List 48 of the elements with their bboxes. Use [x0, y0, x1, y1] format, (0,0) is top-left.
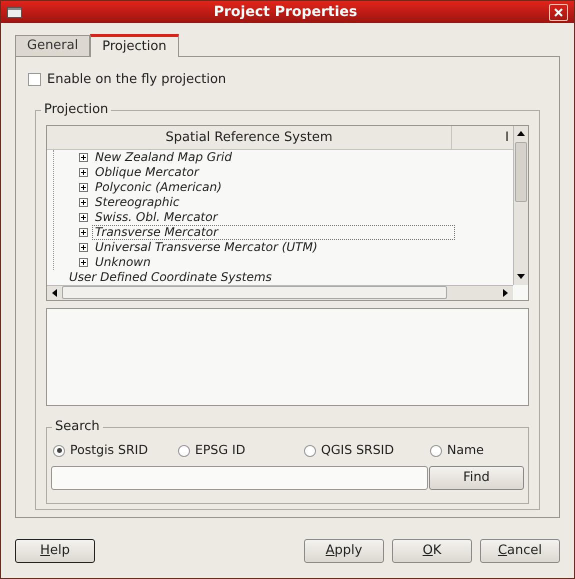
tree-item[interactable]: Swiss. Obl. Mercator [92, 210, 221, 224]
tree-item[interactable]: New Zealand Map Grid [92, 150, 235, 164]
close-button[interactable] [549, 4, 568, 20]
radio-button[interactable] [178, 444, 190, 456]
right-arrow-icon[interactable] [503, 288, 508, 296]
expand-icon[interactable] [79, 198, 88, 206]
column-header[interactable]: Spatial Reference System [47, 126, 452, 148]
tree-item[interactable]: Universal Transverse Mercator (UTM) [92, 240, 321, 254]
expand-icon[interactable] [79, 168, 88, 176]
tree-item[interactable]: Unknown [92, 254, 154, 270]
dialog-button[interactable]: Help [15, 539, 95, 563]
tab[interactable]: Projection [90, 34, 179, 57]
close-icon [554, 8, 563, 16]
up-arrow-icon[interactable] [517, 131, 525, 136]
dialog-button[interactable]: OK [392, 539, 472, 563]
expand-icon[interactable] [79, 152, 88, 162]
left-arrow-icon[interactable] [52, 288, 57, 296]
find-button[interactable]: Find [429, 466, 524, 490]
radio-button[interactable] [53, 444, 65, 456]
tree-item[interactable]: Oblique Mercator [92, 164, 202, 180]
group-title: Projection [41, 102, 112, 118]
expand-icon[interactable] [79, 212, 88, 222]
radio-label: QGIS SRSID [321, 441, 394, 460]
tree-item[interactable]: Stereographic [92, 194, 182, 210]
window-title: Project Properties [212, 2, 358, 22]
radio-label: EPSG ID [195, 441, 246, 460]
dialog-button[interactable]: Cancel [480, 539, 560, 563]
expand-icon[interactable] [79, 258, 88, 266]
tree-item[interactable]: Polyconic (American) [92, 180, 225, 194]
expand-icon[interactable] [79, 182, 88, 192]
radio-button[interactable] [304, 444, 316, 456]
window-menu-icon[interactable] [7, 6, 22, 18]
tree-item[interactable]: User Defined Coordinate Systems [69, 270, 272, 284]
expand-icon[interactable] [79, 228, 88, 236]
radio-label: Postgis SRID [70, 441, 148, 460]
search-field[interactable] [51, 466, 428, 490]
down-arrow-icon[interactable] [517, 274, 525, 279]
column-header[interactable]: I [452, 126, 513, 148]
horizontal-scrollbar[interactable] [47, 284, 513, 300]
radio-button[interactable] [430, 444, 442, 456]
tree-item[interactable]: Transverse Mercator [92, 224, 455, 240]
vertical-scrollbar[interactable] [513, 126, 528, 284]
checkbox[interactable] [28, 73, 41, 86]
expand-icon[interactable] [79, 242, 88, 252]
dialog-button[interactable]: Apply [304, 539, 384, 563]
tab[interactable]: General [15, 35, 90, 56]
checkbox-label: Enable on the fly projection [47, 71, 226, 89]
radio-label: Name [447, 441, 484, 460]
